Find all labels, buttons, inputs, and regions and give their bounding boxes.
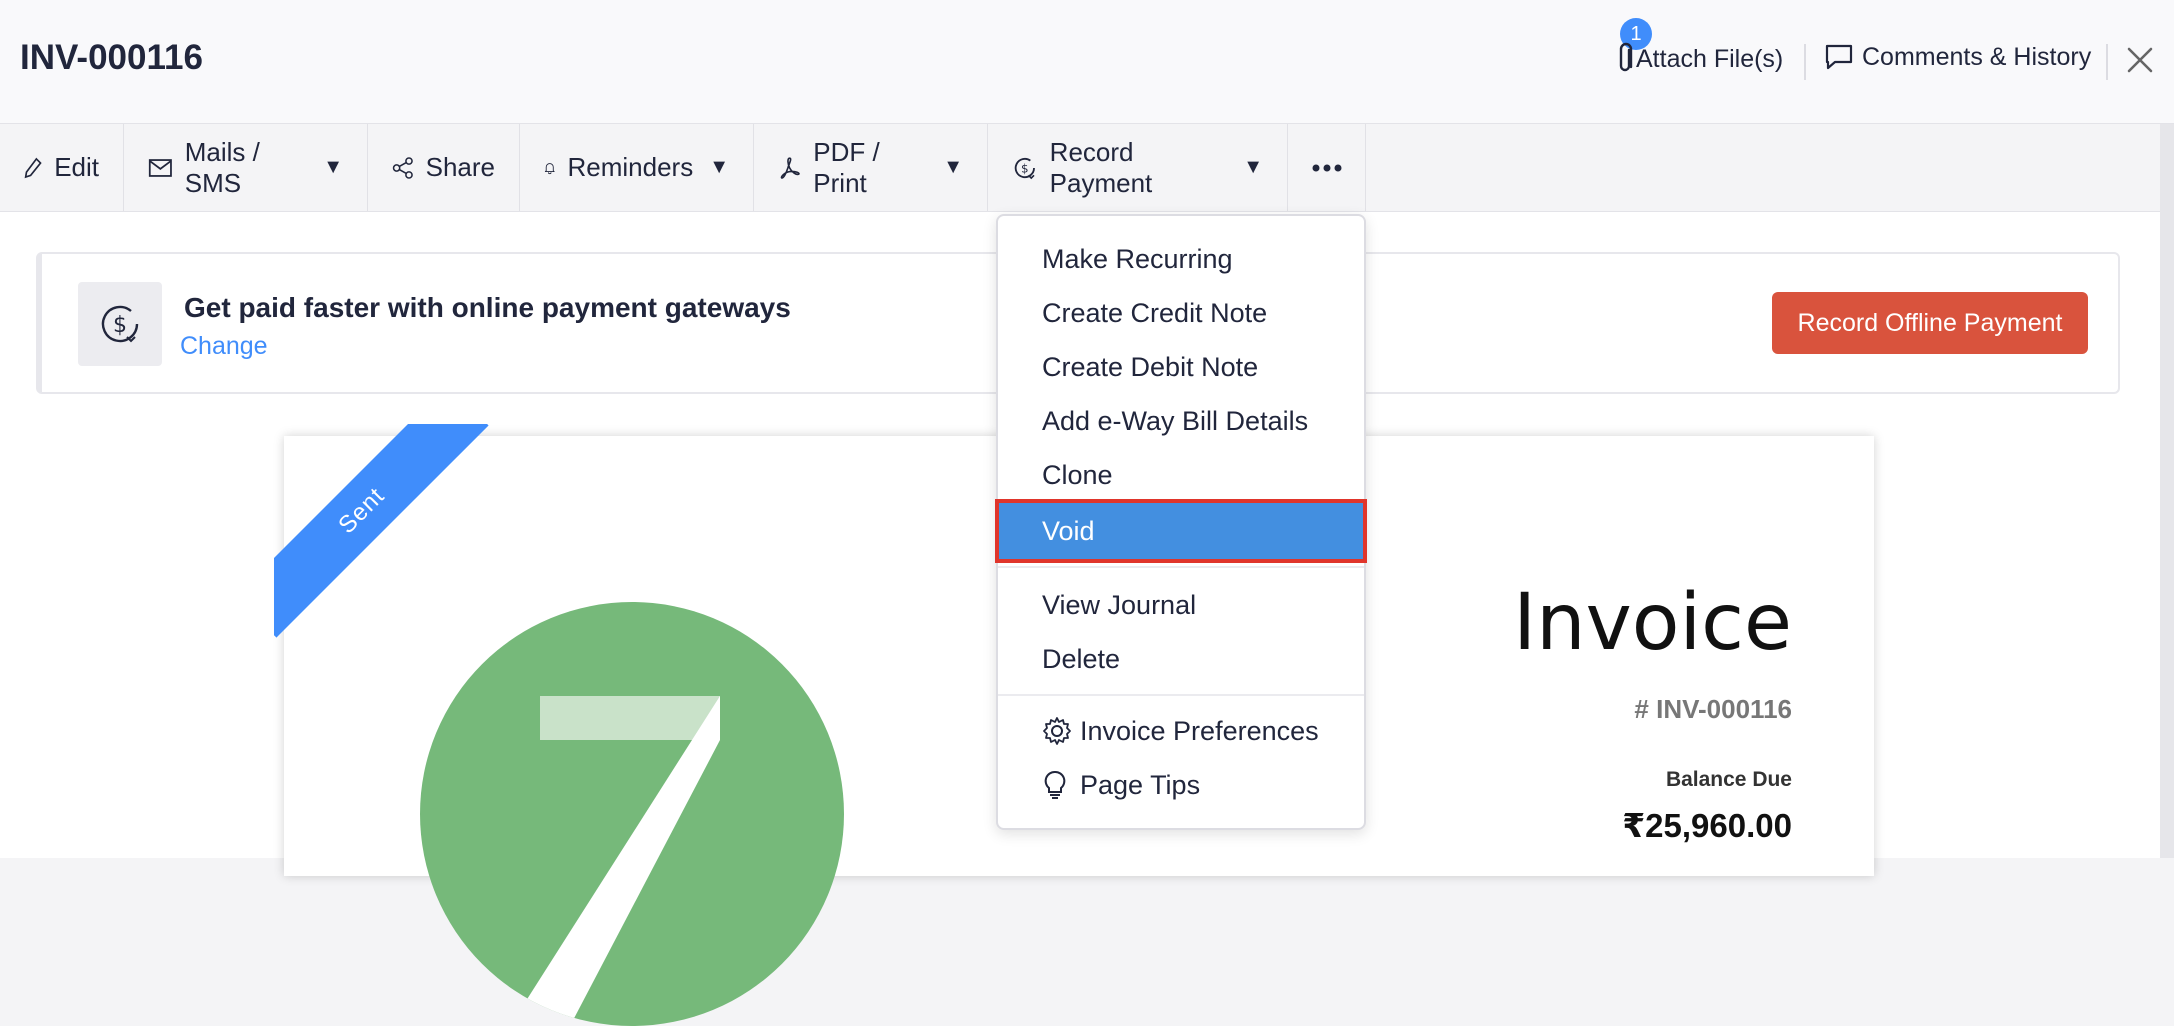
menu-item-make-recurring[interactable]: Make Recurring	[998, 232, 1364, 286]
menu-item-void[interactable]: Void	[995, 499, 1367, 563]
pdf-icon	[780, 156, 800, 179]
attach-files-button[interactable]: Attach File(s)	[1614, 42, 1783, 76]
record-offline-payment-button[interactable]: Record Offline Payment	[1772, 292, 2088, 354]
menu-item-add-eway-bill[interactable]: Add e-Way Bill Details	[998, 394, 1364, 448]
balance-due-value: ₹25,960.00	[1622, 807, 1792, 844]
chevron-down-icon: ▼	[323, 156, 343, 178]
share-label: Share	[425, 152, 495, 182]
mails-sms-label: Mails / SMS	[184, 136, 260, 198]
scrollbar[interactable]	[2160, 124, 2174, 858]
svg-text:$: $	[113, 313, 127, 338]
invoice-number: # INV-000116	[1634, 694, 1792, 724]
toolbar: Edit Mails / SMS ▼ Share Reminders ▼ PDF…	[0, 124, 2160, 212]
attach-files-label: Attach File(s)	[1636, 44, 1784, 73]
menu-item-label: Invoice Preferences	[1080, 715, 1319, 746]
menu-item-create-debit-note[interactable]: Create Debit Note	[998, 340, 1364, 394]
payment-gateway-icon: $	[78, 282, 162, 366]
company-logo	[420, 602, 844, 1026]
bell-icon	[544, 162, 555, 174]
more-options-menu: Make Recurring Create Credit Note Create…	[995, 214, 1367, 830]
pdf-print-button[interactable]: PDF / Print ▼	[754, 124, 988, 211]
record-payment-label: Record Payment	[1049, 136, 1153, 198]
gear-icon	[1043, 717, 1071, 745]
share-button[interactable]: Share	[368, 124, 520, 211]
header-divider	[1804, 44, 1806, 80]
balance-due-label: Balance Due	[1665, 768, 1792, 791]
comments-history-label: Comments & History	[1862, 42, 2092, 71]
menu-item-delete[interactable]: Delete	[998, 632, 1364, 686]
comment-icon	[1825, 44, 1853, 70]
more-options-button[interactable]	[1288, 124, 1366, 211]
record-payment-button[interactable]: $ Record Payment ▼	[988, 124, 1288, 211]
more-icon	[1312, 164, 1341, 171]
mails-sms-button[interactable]: Mails / SMS ▼	[124, 124, 368, 211]
status-ribbon: Sent	[274, 424, 494, 644]
page-title: INV-000116	[20, 38, 203, 77]
menu-item-page-tips[interactable]: Page Tips	[998, 758, 1364, 812]
pencil-icon	[24, 157, 42, 178]
change-gateway-link[interactable]: Change	[180, 332, 268, 361]
invoice-heading: Invoice	[1513, 578, 1792, 668]
menu-item-view-journal[interactable]: View Journal	[998, 578, 1364, 632]
share-icon	[392, 156, 413, 179]
header-divider	[2106, 44, 2108, 80]
chevron-down-icon: ▼	[1243, 156, 1263, 178]
reminders-label: Reminders	[567, 152, 694, 182]
lightbulb-icon	[1044, 770, 1066, 799]
menu-item-label: Page Tips	[1080, 769, 1201, 800]
status-ribbon-label: Sent	[274, 424, 489, 638]
menu-divider	[998, 566, 1364, 568]
pdf-print-label: PDF / Print	[813, 136, 880, 198]
comments-history-button[interactable]: Comments & History	[1824, 42, 2091, 72]
mail-icon	[148, 158, 172, 177]
menu-item-create-credit-note[interactable]: Create Credit Note	[998, 286, 1364, 340]
edit-button[interactable]: Edit	[0, 124, 124, 211]
menu-item-clone[interactable]: Clone	[998, 448, 1364, 502]
menu-divider	[998, 694, 1364, 696]
page-header: INV-000116 1 Attach File(s) Comments & H…	[0, 0, 2174, 124]
svg-text:$: $	[1021, 161, 1029, 175]
paperclip-icon	[1619, 42, 1633, 72]
payment-icon: $	[1014, 157, 1035, 179]
reminders-button[interactable]: Reminders ▼	[520, 124, 754, 211]
edit-label: Edit	[54, 152, 99, 182]
chevron-down-icon: ▼	[709, 156, 729, 178]
close-icon[interactable]	[2126, 46, 2154, 74]
menu-item-invoice-preferences[interactable]: Invoice Preferences	[998, 704, 1364, 758]
chevron-down-icon: ▼	[943, 156, 963, 178]
banner-title: Get paid faster with online payment gate…	[184, 292, 791, 323]
